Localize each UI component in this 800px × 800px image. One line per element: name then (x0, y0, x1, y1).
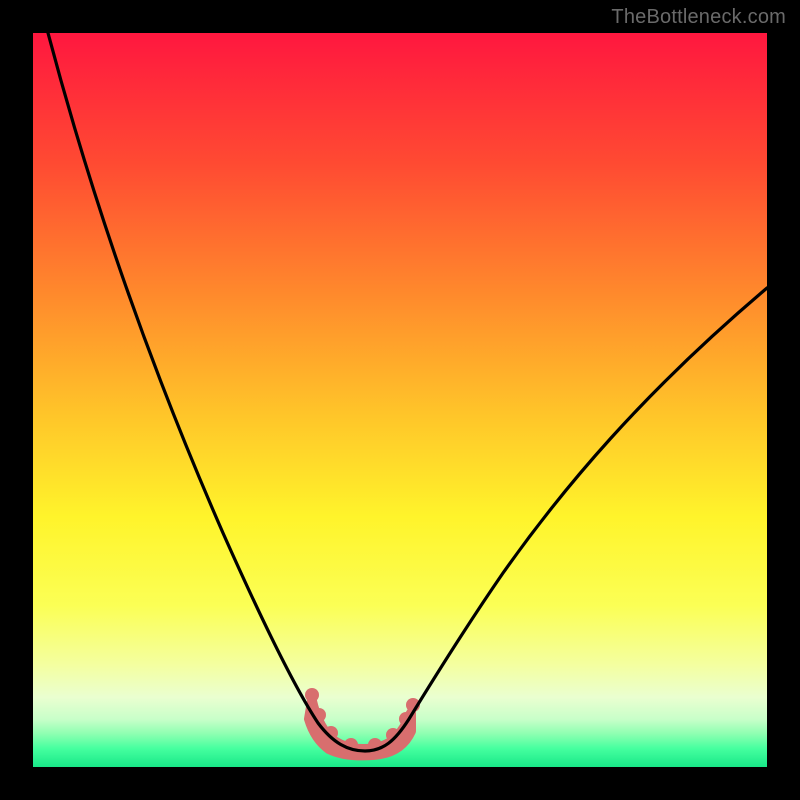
highlight-band (305, 688, 420, 755)
watermark-text: TheBottleneck.com (611, 6, 786, 29)
bottleneck-curve (33, 33, 767, 767)
chart-frame: TheBottleneck.com (0, 0, 800, 800)
plot-area (33, 33, 767, 767)
curve-path (48, 33, 767, 751)
